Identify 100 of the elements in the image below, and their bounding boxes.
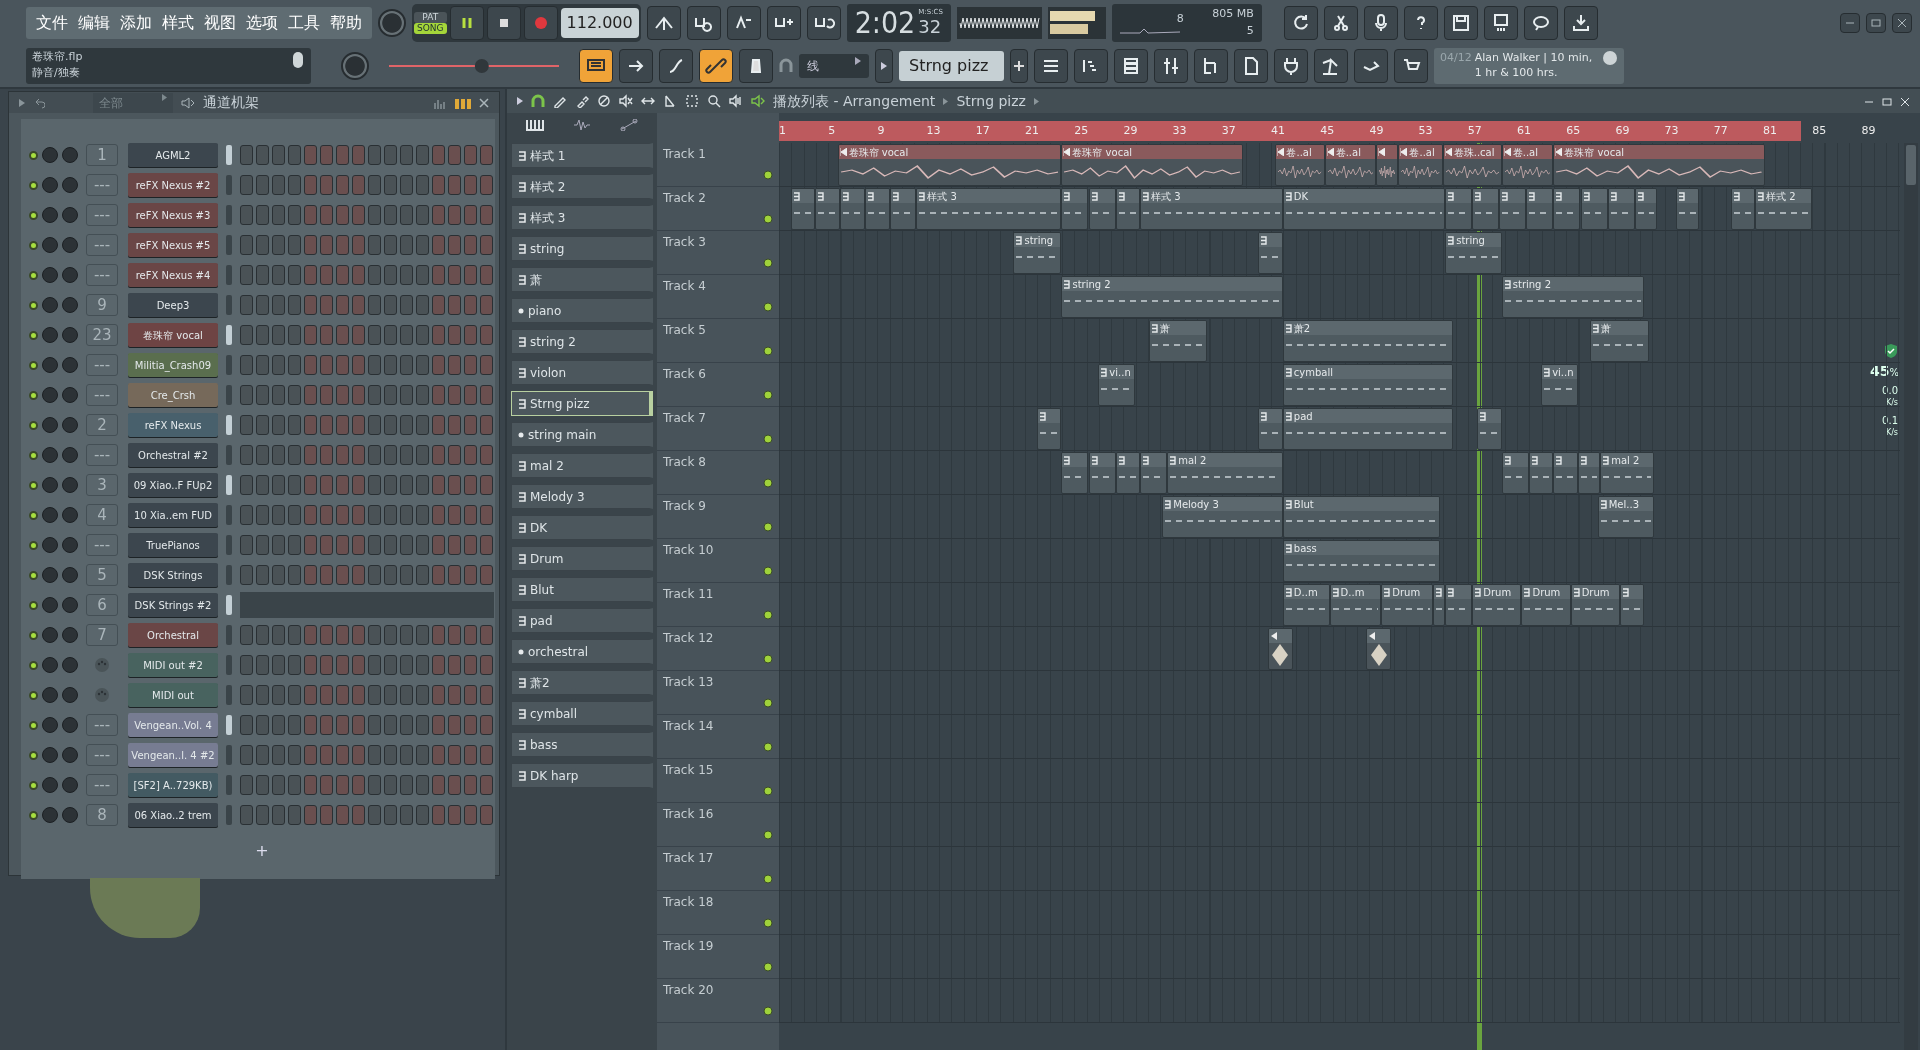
step-button[interactable]	[432, 325, 445, 345]
channel-button[interactable]: Orchestral	[128, 623, 218, 647]
volume-knob[interactable]	[42, 807, 58, 823]
step-button[interactable]	[384, 145, 397, 165]
step-button[interactable]	[416, 655, 429, 675]
step-button[interactable]	[320, 265, 333, 285]
step-button[interactable]	[272, 745, 285, 765]
selection-indicator[interactable]	[226, 685, 232, 705]
step-button[interactable]	[352, 145, 365, 165]
add-channel-button[interactable]: +	[251, 839, 273, 863]
step-button[interactable]	[240, 565, 253, 585]
audio-clip[interactable]: 卷..al	[1324, 144, 1377, 186]
step-button[interactable]	[320, 805, 333, 825]
step-button[interactable]	[400, 265, 413, 285]
step-button[interactable]	[352, 385, 365, 405]
step-button[interactable]	[352, 655, 365, 675]
channel-button[interactable]: 10 Xia..em FUD	[128, 503, 218, 527]
step-button[interactable]	[240, 625, 253, 645]
pattern-clip[interactable]: Mel..3	[1597, 496, 1655, 538]
step-button[interactable]	[336, 205, 349, 225]
step-button[interactable]	[304, 145, 317, 165]
waveform-icon[interactable]	[573, 119, 591, 131]
step-button[interactable]	[288, 325, 301, 345]
mixer-track-number[interactable]: 9	[86, 294, 118, 316]
step-button[interactable]	[240, 475, 253, 495]
pattern-clip[interactable]	[840, 188, 865, 230]
step-button[interactable]	[384, 355, 397, 375]
volume-knob[interactable]	[42, 237, 58, 253]
pattern-clip[interactable]	[864, 188, 891, 230]
step-button[interactable]	[336, 625, 349, 645]
step-button[interactable]	[464, 745, 477, 765]
step-button[interactable]	[464, 685, 477, 705]
step-button[interactable]	[368, 235, 381, 255]
mute-led[interactable]	[29, 480, 38, 490]
mute-led[interactable]	[29, 240, 38, 250]
step-button[interactable]	[464, 805, 477, 825]
step-button[interactable]	[432, 355, 445, 375]
step-button[interactable]	[320, 355, 333, 375]
automation-clip[interactable]	[1366, 628, 1392, 670]
step-button[interactable]	[240, 685, 253, 705]
step-button[interactable]	[288, 205, 301, 225]
pattern-clip[interactable]: D..m	[1282, 584, 1330, 626]
step-button[interactable]	[240, 295, 253, 315]
pattern-clip[interactable]	[1472, 188, 1500, 230]
step-button[interactable]	[352, 685, 365, 705]
step-button[interactable]	[288, 775, 301, 795]
pattern-mode-button[interactable]	[579, 49, 613, 83]
step-button[interactable]	[400, 295, 413, 315]
track-enable-icon[interactable]	[763, 830, 773, 840]
audio-clip[interactable]: 卷..al	[1398, 144, 1443, 186]
selection-indicator[interactable]	[226, 535, 232, 555]
step-button[interactable]	[480, 775, 493, 795]
pattern-clip[interactable]: DK	[1282, 188, 1446, 230]
step-button[interactable]	[464, 475, 477, 495]
step-button[interactable]	[304, 475, 317, 495]
step-button[interactable]	[448, 145, 461, 165]
mixer-track-number[interactable]: ---	[86, 444, 118, 466]
step-button[interactable]	[256, 715, 269, 735]
volume-knob[interactable]	[42, 267, 58, 283]
step-button[interactable]	[352, 565, 365, 585]
step-button[interactable]	[352, 445, 365, 465]
step-button[interactable]	[416, 235, 429, 255]
vertical-scrollbar[interactable]	[1904, 143, 1918, 1050]
pattern-clip[interactable]: bass	[1282, 540, 1441, 582]
pattern-list-item[interactable]: 萧2	[511, 670, 653, 695]
selection-indicator[interactable]	[226, 655, 232, 675]
step-button[interactable]	[288, 745, 301, 765]
step-button[interactable]	[432, 445, 445, 465]
step-button[interactable]	[320, 565, 333, 585]
step-button[interactable]	[384, 475, 397, 495]
pattern-clip[interactable]: mal 2	[1167, 452, 1283, 494]
pan-knob[interactable]	[62, 387, 78, 403]
step-button[interactable]	[400, 205, 413, 225]
volume-knob[interactable]	[42, 777, 58, 793]
pattern-clip[interactable]	[1499, 188, 1527, 230]
step-button[interactable]	[320, 385, 333, 405]
step-button[interactable]	[480, 475, 493, 495]
menu-item[interactable]: 工具	[286, 10, 322, 35]
selection-indicator[interactable]	[226, 475, 232, 495]
step-button[interactable]	[320, 775, 333, 795]
menu-item[interactable]: 视图	[202, 10, 238, 35]
mixer-track-number[interactable]: 8	[86, 804, 118, 826]
step-button[interactable]	[400, 775, 413, 795]
step-button[interactable]	[384, 175, 397, 195]
pattern-clip[interactable]	[1036, 408, 1062, 450]
step-button[interactable]	[336, 385, 349, 405]
track-enable-icon[interactable]	[763, 478, 773, 488]
step-button[interactable]	[416, 175, 429, 195]
step-button[interactable]	[240, 775, 253, 795]
mixer-track-number[interactable]: ---	[86, 234, 118, 256]
pattern-clip[interactable]	[1578, 452, 1601, 494]
pause-button[interactable]	[449, 5, 484, 40]
step-button[interactable]	[416, 445, 429, 465]
step-button[interactable]	[368, 355, 381, 375]
pattern-clip[interactable]	[1445, 584, 1473, 626]
step-button[interactable]	[400, 685, 413, 705]
step-button[interactable]	[416, 565, 429, 585]
step-button[interactable]	[416, 715, 429, 735]
pattern-clip[interactable]: pad	[1282, 408, 1453, 450]
step-button[interactable]	[464, 655, 477, 675]
